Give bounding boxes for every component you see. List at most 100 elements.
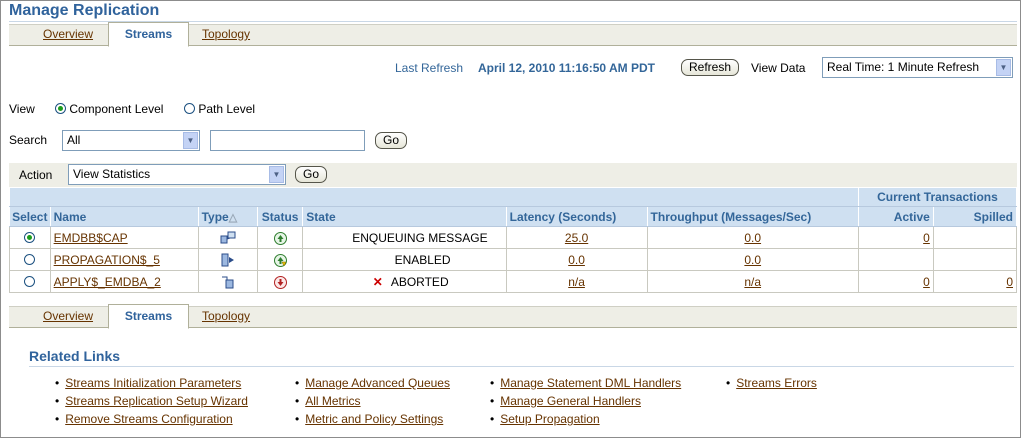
radio-component-level-label: Component Level <box>69 102 164 116</box>
related-links-title: Related Links <box>29 348 121 364</box>
row-status-cell <box>256 248 304 271</box>
search-select[interactable]: All ▼ <box>62 130 200 151</box>
bullet-icon: • <box>55 376 60 390</box>
related-link-item[interactable]: • Manage Advanced Queues <box>295 376 450 390</box>
last-refresh-value: April 12, 2010 11:16:50 AM PDT <box>478 61 655 75</box>
spilled-column-header: Spilled <box>932 206 1018 227</box>
status-up-icon <box>273 231 287 245</box>
row-state: ENQUEUING MESSAGE <box>302 226 507 249</box>
action-select-value: View Statistics <box>73 167 151 181</box>
bullet-icon: • <box>55 394 60 408</box>
row-state: ENABLED <box>302 248 507 271</box>
select-column-header: Select <box>9 206 51 227</box>
streams-table: Current Transactions Select Name Type△ S… <box>9 187 1018 293</box>
row-select-cell[interactable] <box>9 226 51 249</box>
table-row: PROPAGATION$_5 ENABLED 0.0 0.0 <box>9 248 1018 271</box>
row-latency[interactable]: n/a <box>505 270 648 293</box>
top-tab-bar: Overview Streams Topology <box>9 22 1017 47</box>
related-link-item[interactable]: • Streams Initialization Parameters <box>55 376 241 390</box>
row-spilled <box>932 248 1018 271</box>
chevron-down-icon: ▼ <box>183 132 198 149</box>
row-select-cell[interactable] <box>9 270 51 293</box>
tab-overview-bottom[interactable]: Overview <box>43 309 93 323</box>
row-state: ✕ ABORTED <box>302 270 507 293</box>
latency-column-header: Latency (Seconds) <box>505 206 648 227</box>
related-link-item[interactable]: • Setup Propagation <box>490 412 600 426</box>
action-go-button[interactable]: Go <box>295 166 327 183</box>
last-refresh-label: Last Refresh <box>395 61 464 75</box>
table-header-spacer <box>9 187 859 207</box>
row-name[interactable]: EMDBB$CAP <box>49 226 199 249</box>
row-select-cell[interactable] <box>9 248 51 271</box>
action-select[interactable]: View Statistics ▼ <box>68 164 286 185</box>
related-link-item[interactable]: • Metric and Policy Settings <box>295 412 443 426</box>
row-throughput[interactable]: 0.0 <box>646 248 859 271</box>
radio-button-icon[interactable] <box>55 103 66 114</box>
sort-ascending-icon: △ <box>228 211 238 224</box>
tab-streams-bottom[interactable]: Streams <box>108 304 189 329</box>
radio-button-icon[interactable] <box>24 253 36 265</box>
tab-topology-bottom[interactable]: Topology <box>202 309 250 323</box>
table-row: APPLY$_EMDBA_2 ✕ ABORTED n/a n/a 0 0 <box>9 270 1018 293</box>
bullet-icon: • <box>295 394 300 408</box>
search-label: Search <box>9 133 48 147</box>
error-x-icon: ✕ <box>372 274 383 289</box>
related-link-item[interactable]: • Streams Replication Setup Wizard <box>55 394 248 408</box>
row-type-cell <box>197 226 258 249</box>
radio-button-icon[interactable] <box>24 275 36 287</box>
row-throughput[interactable]: 0.0 <box>646 226 859 249</box>
state-column-header: State <box>302 206 507 227</box>
row-latency[interactable]: 25.0 <box>505 226 648 249</box>
row-status-cell <box>256 270 304 293</box>
bullet-icon: • <box>295 412 300 426</box>
view-data-select[interactable]: Real Time: 1 Minute Refresh ▼ <box>822 57 1013 78</box>
row-active[interactable]: 0 <box>857 226 934 249</box>
search-go-button[interactable]: Go <box>375 132 407 149</box>
bullet-icon: • <box>726 376 731 390</box>
row-active[interactable]: 0 <box>857 270 934 293</box>
row-latency[interactable]: 0.0 <box>505 248 648 271</box>
row-name[interactable]: APPLY$_EMDBA_2 <box>49 270 199 293</box>
row-status-cell <box>256 226 304 249</box>
radio-component-level[interactable]: Component Level <box>55 102 163 116</box>
row-name[interactable]: PROPAGATION$_5 <box>49 248 199 271</box>
name-column-header: Name <box>49 206 199 227</box>
related-link-item[interactable]: • Remove Streams Configuration <box>55 412 233 426</box>
type-column-header[interactable]: Type△ <box>197 206 258 227</box>
bullet-icon: • <box>490 412 495 426</box>
table-row: EMDBB$CAP ENQUEUING MESSAGE 25.0 0.0 0 <box>9 226 1018 249</box>
status-up-warning-icon <box>273 253 287 267</box>
radio-button-icon[interactable] <box>184 103 195 114</box>
search-input[interactable] <box>210 130 365 151</box>
row-type-cell <box>197 270 258 293</box>
refresh-button[interactable]: Refresh <box>681 59 739 76</box>
row-spilled[interactable]: 0 <box>932 270 1018 293</box>
row-spilled <box>932 226 1018 249</box>
related-link-item[interactable]: • All Metrics <box>295 394 361 408</box>
chevron-down-icon: ▼ <box>269 166 284 183</box>
related-link-item[interactable]: • Streams Errors <box>726 376 817 390</box>
related-link-item[interactable]: • Manage Statement DML Handlers <box>490 376 681 390</box>
bullet-icon: • <box>490 394 495 408</box>
row-throughput[interactable]: n/a <box>646 270 859 293</box>
radio-button-icon[interactable] <box>24 231 36 243</box>
radio-path-level[interactable]: Path Level <box>184 102 255 116</box>
tab-topology[interactable]: Topology <box>202 27 250 41</box>
tab-streams[interactable]: Streams <box>108 22 189 47</box>
throughput-column-header: Throughput (Messages/Sec) <box>646 206 859 227</box>
status-down-icon <box>273 275 287 289</box>
related-links-divider <box>29 366 1014 367</box>
radio-path-level-label: Path Level <box>198 102 256 116</box>
bullet-icon: • <box>55 412 60 426</box>
current-transactions-header: Current Transactions <box>857 187 1018 207</box>
view-data-label: View Data <box>751 61 806 75</box>
search-select-value: All <box>67 133 81 147</box>
bottom-tab-bar: Overview Streams Topology <box>9 304 1017 329</box>
related-link-item[interactable]: • Manage General Handlers <box>490 394 641 408</box>
chevron-down-icon: ▼ <box>996 59 1011 76</box>
tab-overview[interactable]: Overview <box>43 27 93 41</box>
apply-icon <box>221 276 234 289</box>
view-data-value: Real Time: 1 Minute Refresh <box>827 60 980 74</box>
bullet-icon: • <box>490 376 495 390</box>
propagation-icon <box>221 253 234 267</box>
